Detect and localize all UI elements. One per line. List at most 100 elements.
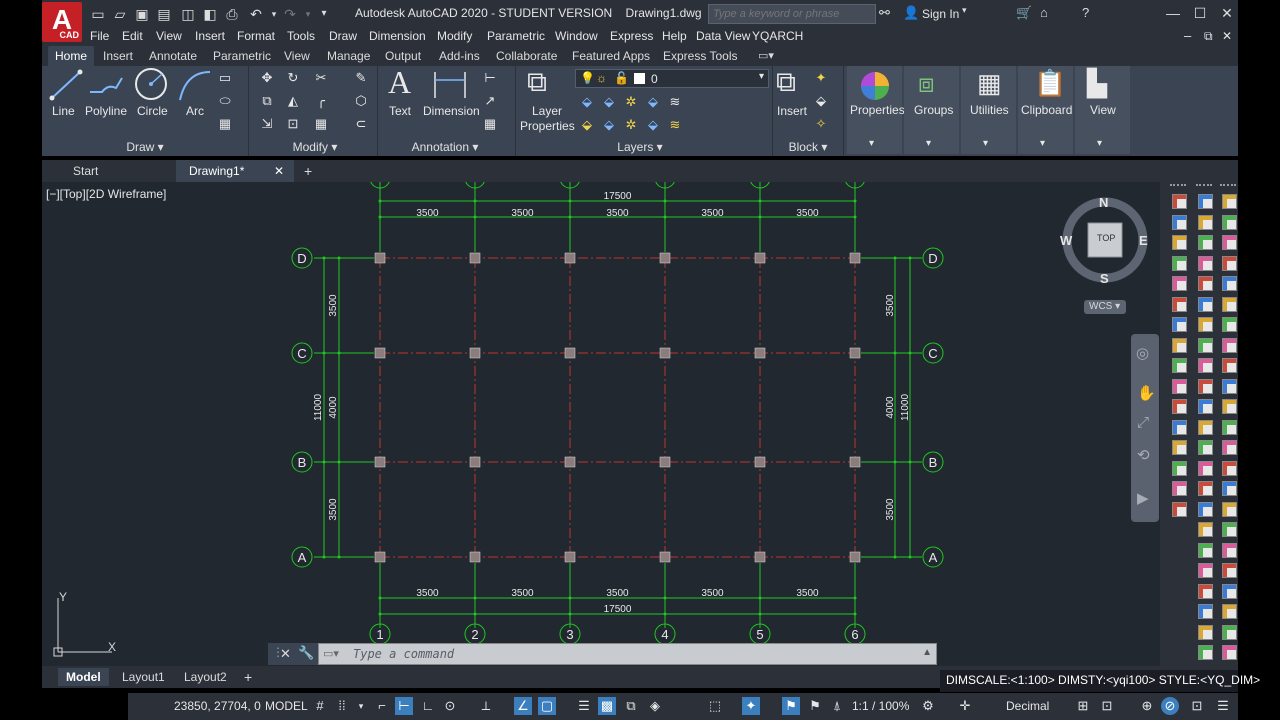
zoom-extents-icon[interactable]: ⤢ <box>1137 414 1149 431</box>
layer-unisolate-icon[interactable]: ⬙ <box>600 116 618 134</box>
palette-tool-icon[interactable] <box>1222 645 1237 660</box>
palette-tool-icon[interactable] <box>1172 235 1187 250</box>
palette-tool-icon[interactable] <box>1198 440 1213 455</box>
polyline-button[interactable]: Polyline <box>85 104 127 118</box>
modify-panel-title[interactable]: Modify ▾ <box>285 140 345 154</box>
tab-output[interactable]: Output <box>385 46 421 66</box>
grid-icon[interactable]: # <box>311 697 329 715</box>
undo-icon[interactable]: ↶ <box>246 4 266 24</box>
palette-tool-icon[interactable] <box>1198 624 1213 640</box>
palette-tool-icon[interactable] <box>1222 255 1237 271</box>
layer-freeze-icon[interactable]: ✲ <box>622 93 640 111</box>
snap-icon[interactable]: ⁞⁞ <box>333 697 351 715</box>
circle-button[interactable]: Circle <box>137 104 168 118</box>
menu-tools[interactable]: Tools <box>287 28 315 46</box>
annotation-panel-title[interactable]: Annotation ▾ <box>405 140 485 154</box>
redo-icon[interactable]: ↷ <box>280 4 300 24</box>
array-icon[interactable]: ▦ <box>312 115 330 133</box>
ribbon-minimize-icon[interactable]: ▭▾ <box>758 46 774 66</box>
layer-properties-button-1[interactable]: Layer <box>532 104 562 118</box>
signin-dropdown-icon[interactable]: ▾ <box>962 5 967 16</box>
palette-tool-icon[interactable] <box>1198 542 1213 558</box>
minimize-icon[interactable]: — <box>1162 3 1184 23</box>
table-icon[interactable]: ▦ <box>481 115 499 133</box>
tab-annotate[interactable]: Annotate <box>149 46 197 66</box>
layer-dropdown[interactable]: 💡 ☼ 🔓 0 ▾ <box>575 69 769 88</box>
fillet-icon[interactable]: ╭ <box>312 92 330 110</box>
annotation-monitor-icon[interactable]: ✛ <box>956 697 974 715</box>
palette-tool-icon[interactable] <box>1198 645 1213 660</box>
palette-tool-icon[interactable] <box>1172 440 1187 455</box>
palette-tool-icon[interactable] <box>1172 460 1187 476</box>
palette-tool-icon[interactable] <box>1222 276 1237 291</box>
open-file-icon[interactable]: ▱ <box>110 4 130 24</box>
palette-tool-icon[interactable] <box>1172 337 1187 353</box>
cart-icon[interactable]: 🛒 <box>1016 5 1032 21</box>
viewcube-north[interactable]: N <box>1099 195 1108 210</box>
mirror-icon[interactable]: ◭ <box>284 92 302 110</box>
dimension-icon[interactable] <box>433 70 467 100</box>
layer-match-icon[interactable]: ≋ <box>666 116 684 134</box>
lock-ui-icon[interactable]: ⊡ <box>1098 697 1116 715</box>
command-line[interactable]: ▭▾ Type a command ▲ <box>318 643 937 665</box>
tab-drawing1[interactable]: Drawing1* ✕ <box>176 160 294 182</box>
a360-icon[interactable]: ⌂ <box>1040 5 1048 20</box>
palette-tool-icon[interactable] <box>1198 337 1213 353</box>
utilities-panel-button[interactable]: ▦ Utilities ▾ <box>961 66 1016 154</box>
tab-model[interactable]: Model <box>58 668 109 686</box>
viewcube-west[interactable]: W <box>1060 233 1072 248</box>
palette-tool-icon[interactable] <box>1198 563 1213 578</box>
menu-yqarch[interactable]: YQARCH <box>752 28 803 46</box>
palette-tool-icon[interactable] <box>1222 399 1237 414</box>
tab-express-tools[interactable]: Express Tools <box>663 46 737 66</box>
palette-tool-icon[interactable] <box>1198 317 1213 332</box>
leader-icon[interactable]: ↗ <box>481 92 499 110</box>
palette-tool-icon[interactable] <box>1222 235 1237 250</box>
properties-panel-button[interactable]: Properties ▾ <box>847 66 905 154</box>
edit-block-icon[interactable]: ⬙ <box>812 92 830 110</box>
gizmo-icon[interactable]: ✦ <box>742 697 760 715</box>
palette-tool-icon[interactable] <box>1198 501 1213 517</box>
palette-tool-icon[interactable] <box>1198 583 1213 599</box>
steering-wheel-icon[interactable]: ◎ <box>1136 344 1149 362</box>
palette-tool-icon[interactable] <box>1198 522 1213 537</box>
close-command-icon[interactable]: ✕ <box>280 646 291 662</box>
annotation-scale-readout[interactable]: 1:1 / 100% <box>852 699 909 713</box>
selection-cycling-icon[interactable]: ⧉ <box>622 697 640 715</box>
menu-format[interactable]: Format <box>237 28 275 46</box>
ellipse-icon[interactable]: ⬭ <box>216 92 234 110</box>
tab-home[interactable]: Home <box>48 46 95 66</box>
palette-tool-icon[interactable] <box>1222 194 1237 209</box>
search-input[interactable] <box>708 4 876 24</box>
palette-tool-icon[interactable] <box>1222 419 1237 435</box>
menu-insert[interactable]: Insert <box>195 28 225 46</box>
tab-parametric[interactable]: Parametric <box>213 46 271 66</box>
plot-icon[interactable]: ⎙ <box>222 4 242 24</box>
scale-icon[interactable]: ⊡ <box>284 115 302 133</box>
palette-tool-icon[interactable] <box>1198 296 1213 312</box>
palette-tool-icon[interactable] <box>1222 358 1237 373</box>
signin-button[interactable]: Sign In <box>922 7 959 21</box>
palette-tool-icon[interactable] <box>1172 214 1187 230</box>
dimension-button[interactable]: Dimension <box>423 104 480 118</box>
palette-tool-icon[interactable] <box>1222 378 1237 394</box>
move-icon[interactable]: ✥ <box>258 69 276 87</box>
palette-tool-icon[interactable] <box>1172 378 1187 394</box>
tab-featured-apps[interactable]: Featured Apps <box>572 46 650 66</box>
tab-addins[interactable]: Add-ins <box>439 46 480 66</box>
palette-tool-icon[interactable] <box>1198 358 1213 373</box>
palette-tool-icon[interactable] <box>1172 255 1187 271</box>
palette-tool-icon[interactable] <box>1222 317 1237 332</box>
doc-close-icon[interactable]: ✕ <box>1222 28 1232 46</box>
stretch-icon[interactable]: ⇲ <box>258 115 276 133</box>
rectangle-icon[interactable]: ▭ <box>216 69 234 87</box>
command-history-icon[interactable]: ▭▾ <box>323 647 339 660</box>
view-panel-button[interactable]: ▙ View ▾ <box>1075 66 1130 154</box>
layer-state-icon[interactable]: ≋ <box>666 93 684 111</box>
model-space-button[interactable]: MODEL <box>265 699 308 713</box>
palette-tool-icon[interactable] <box>1198 214 1213 230</box>
orbit-icon[interactable]: ⟲ <box>1137 446 1150 464</box>
palette-tool-icon[interactable] <box>1222 296 1237 312</box>
viewcube-south[interactable]: S <box>1100 271 1109 286</box>
tab-view[interactable]: View <box>284 46 310 66</box>
